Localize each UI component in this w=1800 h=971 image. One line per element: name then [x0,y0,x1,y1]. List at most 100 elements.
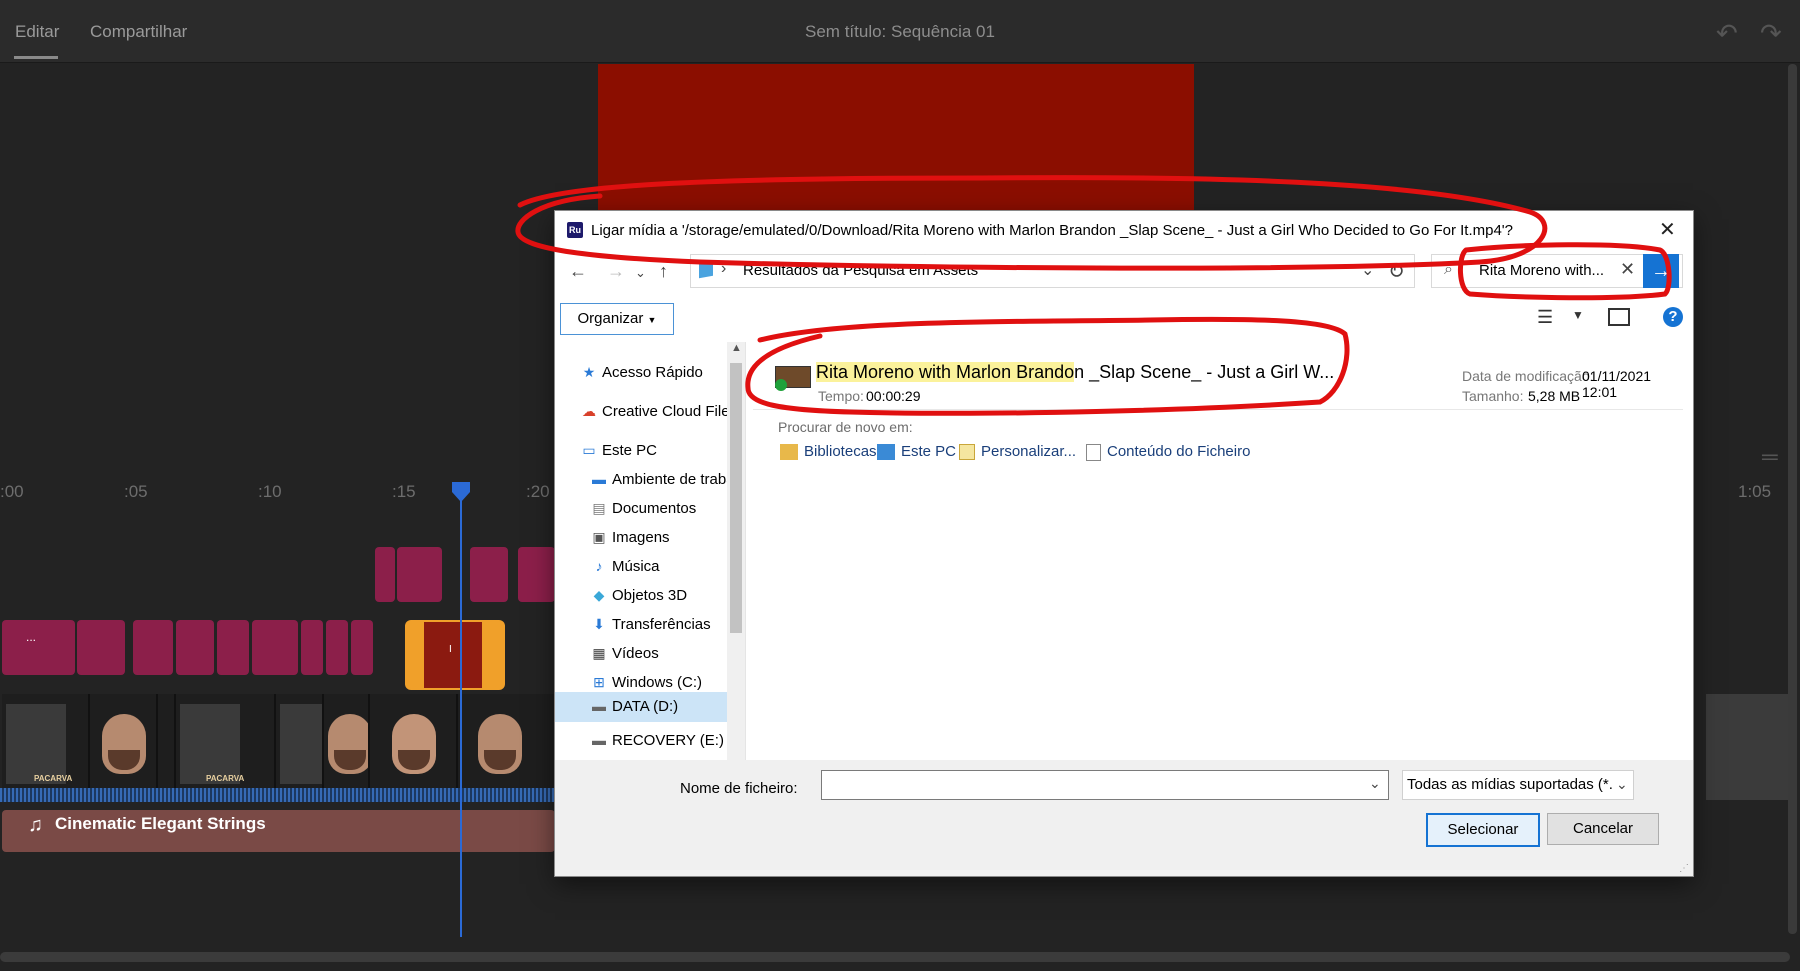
navigation-scrollbar-thumb[interactable] [730,363,742,633]
forward-arrow-icon[interactable]: → [607,261,625,282]
select-button[interactable]: Selecionar [1426,813,1540,847]
pane-divider[interactable] [745,342,746,782]
result-file-name[interactable]: Rita Moreno with Marlon Brandon _Slap Sc… [816,362,1334,383]
file-type-select[interactable]: Todas as mídias suportadas (*.HI ⌄ [1402,770,1634,800]
preview-pane-icon[interactable] [1608,308,1630,326]
title-clip[interactable] [133,620,173,675]
video-clip-thumbnail[interactable] [324,694,370,800]
title-clip[interactable] [326,620,348,675]
playhead-handle[interactable] [451,482,471,502]
video-clip-thumbnail[interactable]: PACARVA [2,694,90,800]
timeline-tick: :05 [124,482,148,501]
title-clip[interactable] [301,620,323,675]
video-clip-thumbnail[interactable] [276,694,324,800]
overlay-clip[interactable] [470,547,508,602]
nav-item-documents[interactable]: ▤ Documentos [555,494,727,524]
help-icon[interactable]: ? [1663,307,1683,327]
documents-icon: ▤ [592,500,606,516]
filename-dropdown-icon[interactable]: ⌄ [1369,775,1381,792]
nav-item-label: Este PC [602,442,658,459]
title-clip[interactable]: ... [2,620,75,675]
nav-item-images[interactable]: ▣ Imagens [555,523,727,553]
video-clip-thumbnail[interactable] [90,694,158,800]
size-value: 5,28 MB [1528,388,1581,404]
scroll-up-icon[interactable]: ▲ [731,342,742,354]
video-clip-thumbnail[interactable] [158,694,176,800]
search-again-libraries[interactable]: Bibliotecas [780,443,877,461]
title-clip[interactable] [351,620,373,675]
nav-item-quick-access[interactable]: ★ Acesso Rápido [555,358,727,388]
view-dropdown-icon[interactable]: ▼ [1572,308,1584,322]
refresh-icon[interactable]: ↻ [1388,259,1405,284]
videos-icon: ▦ [592,645,606,661]
breadcrumb-chevron-icon[interactable]: › [954,260,959,278]
nav-item-creative-cloud[interactable]: ☁ Creative Cloud Files [555,397,727,427]
overlay-clip[interactable] [375,547,395,602]
thumbnail-badge: PACARVA [206,774,245,783]
title-clip[interactable] [252,620,298,675]
nav-item-data-drive[interactable]: ▬ DATA (D:) [555,692,727,722]
video-clip-thumbnail[interactable] [370,694,458,800]
clear-search-icon[interactable]: ✕ [1620,259,1635,280]
3d-objects-icon: ◆ [593,587,605,603]
title-clip[interactable] [217,620,249,675]
tempo-value: 00:00:29 [866,388,921,404]
breadcrumb[interactable]: Resultados da Pesquisa em Assets [743,262,978,279]
audio-waveform [0,788,555,802]
title-clip[interactable] [176,620,214,675]
file-type-value: Todas as mídias suportadas (*.HI [1407,776,1628,793]
video-clip-thumbnail[interactable]: PACARVA [176,694,276,800]
search-again-label-item: Conteúdo do Ficheiro [1107,443,1251,460]
search-input[interactable]: Rita Moreno with... [1479,262,1604,279]
search-again-file-contents[interactable]: Conteúdo do Ficheiro [1086,443,1250,461]
view-options-icon[interactable]: ☰ [1537,307,1553,328]
close-icon[interactable]: ✕ [1659,217,1676,242]
horizontal-scrollbar[interactable] [0,952,1790,962]
breadcrumb-chevron-icon[interactable]: › [721,260,726,278]
video-clip-thumbnail[interactable] [458,694,557,800]
search-again-custom[interactable]: Personalizar... [959,443,1076,461]
search-result-row[interactable]: Rita Moreno with Marlon Brandon _Slap Sc… [746,342,1686,404]
track-background [1706,694,1788,800]
resize-grip-icon[interactable]: ⋰ [1679,863,1689,874]
nav-item-3d-objects[interactable]: ◆ Objetos 3D [555,581,727,611]
drive-icon: ▬ [592,732,606,748]
redo-icon[interactable]: ↷ [1760,18,1782,49]
vertical-scrollbar[interactable] [1788,64,1797,934]
overlay-clip[interactable] [397,547,442,602]
undo-icon[interactable]: ↶ [1716,18,1738,49]
recent-locations-chevron-icon[interactable]: ⌄ [635,265,646,281]
nav-item-this-pc[interactable]: ▭ Este PC [555,436,727,466]
cancel-button[interactable]: Cancelar [1547,813,1659,845]
tempo-label: Tempo: [818,388,864,404]
creative-cloud-icon: ☁ [582,403,596,419]
up-arrow-icon[interactable]: ↑ [659,261,668,282]
search-results-icon [699,261,713,279]
nav-item-recovery-drive[interactable]: ▬ RECOVERY (E:) [555,726,727,756]
resize-handle-icon[interactable]: ═ [1762,444,1778,470]
nav-item-music[interactable]: ♪ Música [555,552,727,582]
search-again-this-pc[interactable]: Este PC [877,443,956,461]
address-dropdown-icon[interactable]: ⌄ [1361,260,1374,280]
music-track-label: Cinematic Elegant Strings [55,814,266,833]
timeline-tick: 1:05 [1738,482,1772,501]
caret-down-icon: ▼ [647,315,657,325]
app-header: Editar Compartilhar Sem título: Sequênci… [0,0,1800,63]
nav-item-videos[interactable]: ▦ Vídeos [555,639,727,669]
thumbnail-badge: PACARVA [34,774,73,783]
nav-item-downloads[interactable]: ⬇ Transferências [555,610,727,640]
search-go-button[interactable]: → [1643,254,1679,288]
back-arrow-icon[interactable]: ← [569,261,587,282]
nav-item-label: Acesso Rápido [602,364,703,381]
overlay-clip[interactable] [518,547,555,602]
nav-item-label: Creative Cloud Files [602,403,727,420]
file-type-dropdown-icon[interactable]: ⌄ [1613,776,1628,793]
title-clip[interactable] [77,620,125,675]
file-contents-icon [1086,443,1101,461]
modified-label: Data de modificação: [1462,368,1594,384]
organize-button[interactable]: Organizar ▼ [560,303,674,335]
timeline-tick: :10 [258,482,282,501]
nav-item-desktop[interactable]: ▬ Ambiente de trabalho [555,465,727,495]
address-bar[interactable]: › Resultados da Pesquisa em Assets › ⌄ [690,254,1415,288]
filename-input[interactable]: ⌄ [821,770,1389,800]
